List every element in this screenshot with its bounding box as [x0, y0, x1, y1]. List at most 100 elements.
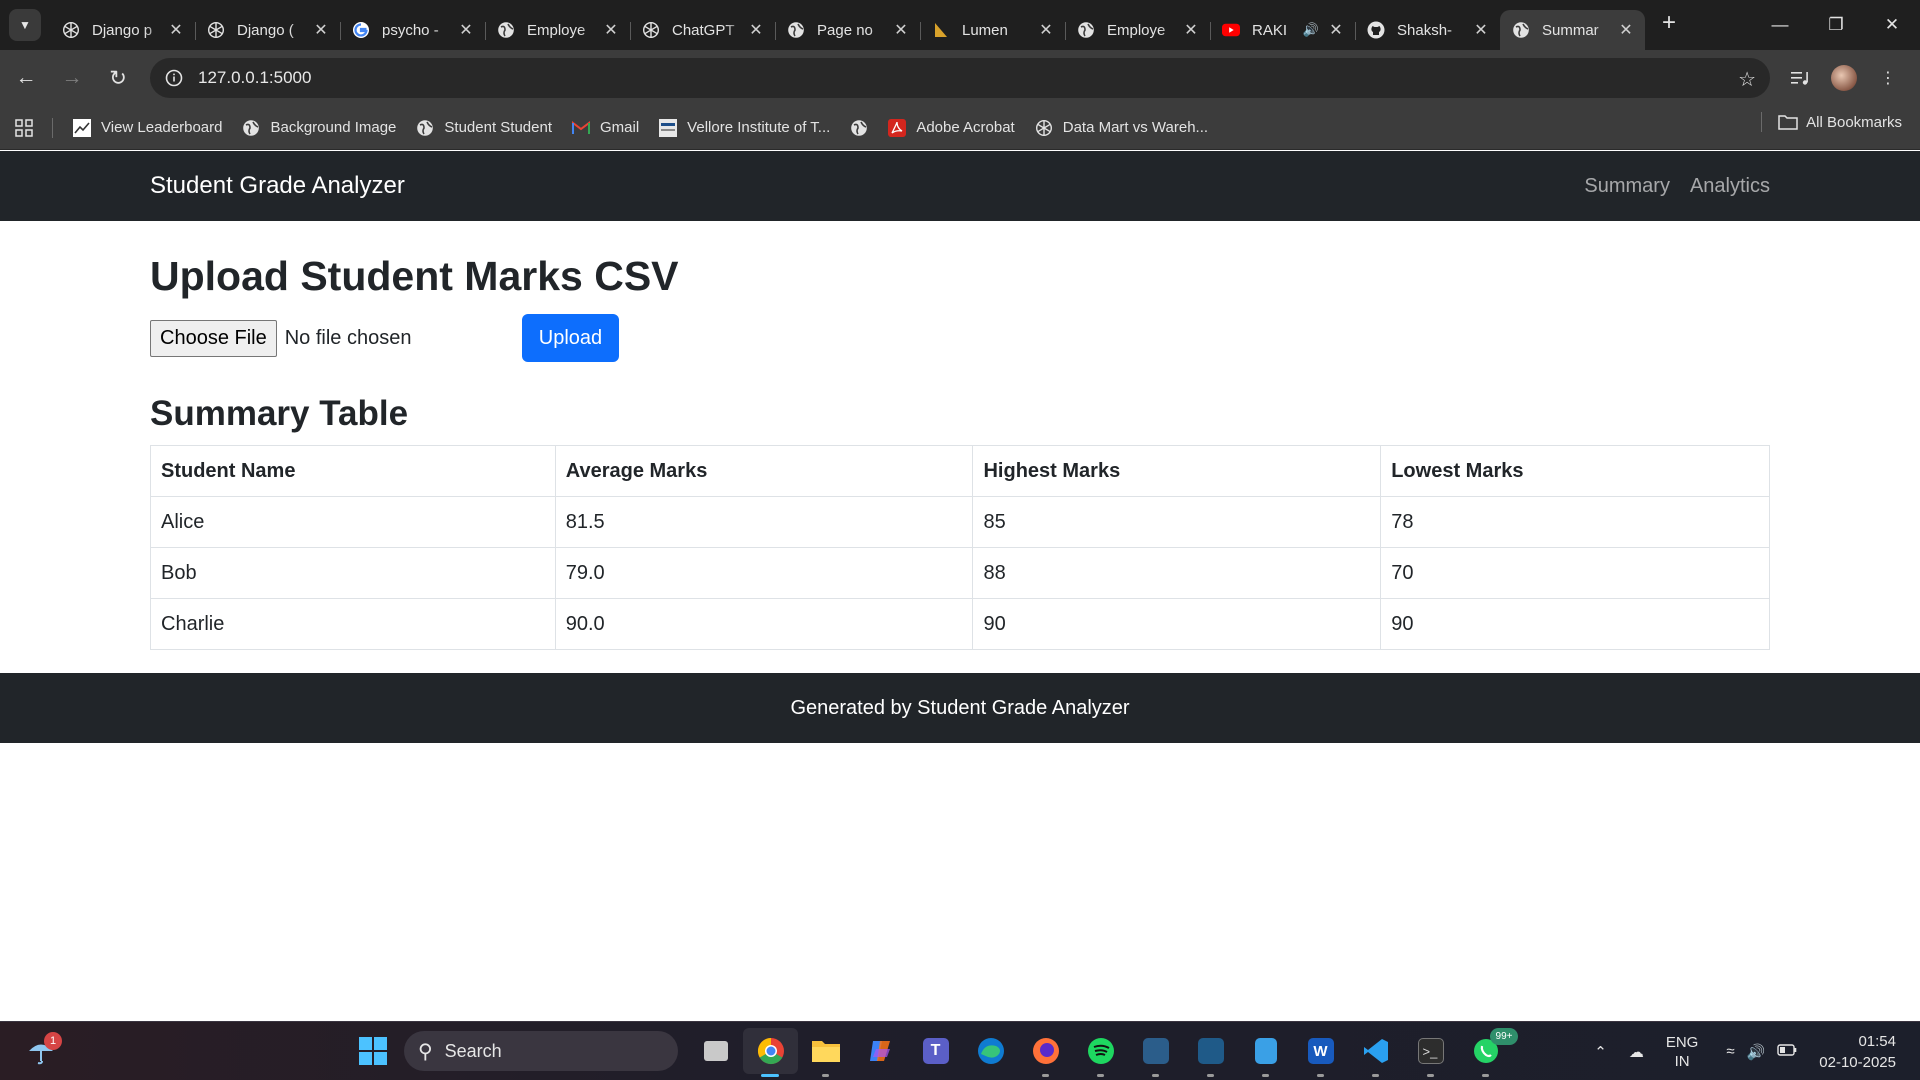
- lumen-icon: [932, 21, 950, 39]
- browser-tab[interactable]: Django (✕: [195, 10, 340, 50]
- bookmark-star-icon[interactable]: ☆: [1738, 67, 1756, 92]
- new-tab-button[interactable]: +: [1653, 7, 1685, 39]
- site-info-icon[interactable]: [154, 69, 194, 87]
- nav-link-analytics[interactable]: Analytics: [1690, 175, 1770, 198]
- mysql-workbench-icon[interactable]: [1128, 1028, 1183, 1077]
- tab-search-button[interactable]: ▼: [9, 9, 41, 41]
- mysql-workbench-icon-2[interactable]: [1183, 1028, 1238, 1077]
- browser-tab[interactable]: Lumen ✕: [920, 10, 1065, 50]
- close-window-button[interactable]: ✕: [1864, 0, 1920, 50]
- chevron-up-icon[interactable]: ⌃: [1594, 1043, 1607, 1061]
- onedrive-offline-icon[interactable]: ☁: [1629, 1043, 1644, 1061]
- bookmark-item[interactable]: Student Student: [406, 112, 562, 144]
- running-indicator: [1152, 1074, 1159, 1077]
- file-explorer-icon[interactable]: [798, 1028, 853, 1077]
- system-tray: ⌃ ☁ ENG IN ≈ 🔊 01:54 02-10-2025: [1594, 1022, 1920, 1080]
- bookmark-item[interactable]: Background Image: [232, 112, 406, 144]
- apps-grid-icon[interactable]: [0, 118, 48, 137]
- address-bar[interactable]: 127.0.0.1:5000 ☆: [150, 58, 1770, 98]
- close-tab-icon[interactable]: ✕: [1327, 20, 1345, 40]
- browser-tab[interactable]: Page no ✕: [775, 10, 920, 50]
- forward-button[interactable]: →: [52, 58, 92, 98]
- close-tab-icon[interactable]: ✕: [1617, 20, 1635, 40]
- windows-start-icon[interactable]: [350, 1028, 396, 1074]
- more-menu-icon[interactable]: ⋮: [1866, 58, 1910, 98]
- edge-icon[interactable]: [963, 1028, 1018, 1074]
- close-tab-icon[interactable]: ✕: [457, 20, 475, 40]
- running-indicator: [1207, 1074, 1214, 1077]
- close-tab-icon[interactable]: ✕: [602, 20, 620, 40]
- arrow-right-icon: →: [61, 66, 83, 89]
- chrome-taskbar-icon[interactable]: [743, 1028, 798, 1077]
- globe-icon: [1077, 21, 1095, 39]
- media-control-icon[interactable]: [1778, 58, 1822, 98]
- app-navbar: Student Grade Analyzer Summary Analytics: [0, 151, 1920, 221]
- bookmark-item[interactable]: Gmail: [562, 112, 649, 144]
- browser-tab[interactable]: Summar ✕: [1500, 10, 1645, 50]
- bookmark-item[interactable]: Vellore Institute of T...: [649, 112, 840, 144]
- firefox-icon[interactable]: [1018, 1028, 1073, 1077]
- browser-tab[interactable]: Django p ✕: [50, 10, 195, 50]
- browser-tab[interactable]: Shaksh- ✕: [1355, 10, 1500, 50]
- taskbar-search[interactable]: ⚲ Search: [404, 1031, 678, 1071]
- language-indicator[interactable]: ENG IN: [1666, 1033, 1699, 1071]
- word-icon[interactable]: W: [1293, 1028, 1348, 1077]
- close-tab-icon[interactable]: ✕: [892, 20, 910, 40]
- bookmark-item[interactable]: [840, 112, 878, 144]
- browser-tab[interactable]: ChatGPT ✕: [630, 10, 775, 50]
- wifi-icon[interactable]: ≈: [1726, 1043, 1734, 1060]
- close-tab-icon[interactable]: ✕: [1037, 20, 1055, 40]
- browser-tab[interactable]: psycho - ✕: [340, 10, 485, 50]
- bookmark-label: Data Mart vs Wareh...: [1062, 119, 1209, 136]
- lang-line1: ENG: [1665, 1033, 1699, 1051]
- weather-widget[interactable]: 1: [26, 1032, 62, 1068]
- tab-title: Django p: [92, 21, 153, 39]
- column-header: Highest Marks: [972, 445, 1382, 498]
- back-button[interactable]: ←: [6, 58, 46, 98]
- volume-icon[interactable]: 🔊: [1747, 1043, 1766, 1061]
- table-row: Bob 79.0 88 70: [150, 547, 1770, 600]
- profile-avatar[interactable]: [1831, 65, 1857, 91]
- globe-icon: [497, 21, 515, 39]
- browser-tab[interactable]: Employe ✕: [485, 10, 630, 50]
- spotify-icon[interactable]: [1073, 1028, 1128, 1077]
- tab-title: ChatGPT: [672, 21, 735, 39]
- all-bookmarks[interactable]: All Bookmarks: [1761, 112, 1902, 132]
- reload-button[interactable]: ↻: [98, 58, 138, 98]
- bookmark-item[interactable]: Data Mart vs Wareh...: [1025, 112, 1218, 144]
- column-header: Average Marks: [554, 445, 974, 498]
- whatsapp-icon[interactable]: 99+: [1458, 1028, 1518, 1077]
- terminal-icon[interactable]: >_: [1403, 1028, 1458, 1077]
- clock[interactable]: 01:54 02-10-2025: [1819, 1031, 1896, 1073]
- notepad-icon[interactable]: [1238, 1028, 1293, 1077]
- acrobat-icon: [888, 118, 907, 137]
- bookmark-label: Vellore Institute of T...: [687, 119, 831, 136]
- restore-button[interactable]: ❐: [1808, 0, 1864, 50]
- close-tab-icon[interactable]: ✕: [167, 20, 185, 40]
- navbar-brand[interactable]: Student Grade Analyzer: [150, 172, 405, 200]
- minimize-button[interactable]: —: [1752, 0, 1808, 50]
- running-indicator: [1427, 1074, 1434, 1077]
- close-tab-icon[interactable]: ✕: [747, 20, 765, 40]
- close-tab-icon[interactable]: ✕: [1182, 20, 1200, 40]
- close-tab-icon[interactable]: ✕: [1472, 20, 1490, 40]
- browser-tab[interactable]: RAKI 🔊 ✕: [1210, 10, 1355, 50]
- task-view-icon[interactable]: [688, 1028, 743, 1074]
- browser-tab[interactable]: Employe ✕: [1065, 10, 1210, 50]
- clock-time: 01:54: [1858, 1032, 1896, 1050]
- nav-link-summary[interactable]: Summary: [1584, 175, 1670, 198]
- upload-button[interactable]: Upload: [522, 314, 619, 363]
- url-text[interactable]: 127.0.0.1:5000: [198, 68, 311, 88]
- battery-icon[interactable]: [1777, 1043, 1797, 1060]
- vscode-icon[interactable]: [1348, 1028, 1403, 1077]
- copilot-icon[interactable]: [853, 1028, 908, 1074]
- teams-icon[interactable]: T: [908, 1028, 963, 1074]
- windows-taskbar: 1 ⚲ Search T W >_ 99+ ⌃ ☁ ENG IN ≈ 🔊 01:…: [0, 1021, 1920, 1080]
- bookmark-item[interactable]: View Leaderboard: [63, 112, 232, 144]
- audio-playing-icon[interactable]: 🔊: [1303, 22, 1319, 38]
- choose-file-button[interactable]: Choose File: [150, 319, 277, 357]
- footer-text: Generated by Student Grade Analyzer: [790, 696, 1130, 719]
- bookmark-label: Background Image: [270, 119, 397, 136]
- close-tab-icon[interactable]: ✕: [312, 20, 330, 40]
- bookmark-item[interactable]: Adobe Acrobat: [878, 112, 1024, 144]
